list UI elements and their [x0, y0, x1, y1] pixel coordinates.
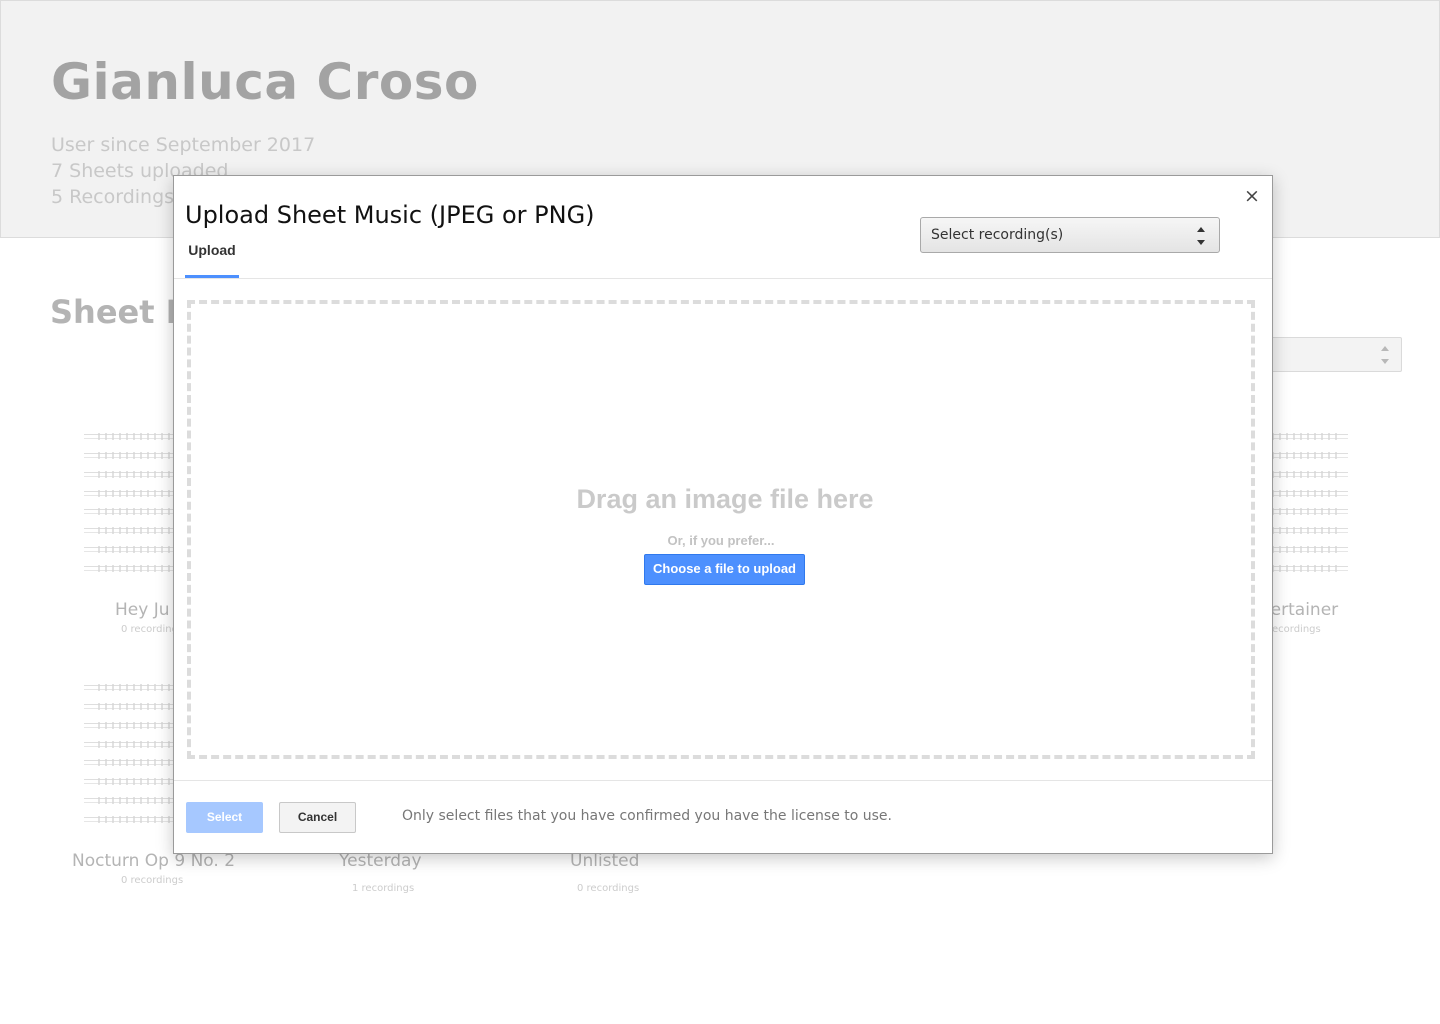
tab-upload[interactable]: Upload [185, 233, 239, 278]
select-arrows-icon [1381, 346, 1389, 364]
sheet-title[interactable]: Unlisted [570, 851, 639, 871]
drop-zone-subtitle: Or, if you prefer... [667, 533, 775, 548]
sheet-thumbnail[interactable] [84, 430, 176, 580]
sheet-recordings-count: ecordings [1272, 624, 1321, 635]
select-button[interactable]: Select [186, 802, 263, 833]
user-name: Gianluca Croso [51, 53, 479, 111]
close-icon[interactable]: × [1244, 186, 1260, 206]
sheet-title[interactable]: Nocturn Op 9 No. 2 [72, 851, 235, 871]
sheet-title[interactable]: Yesterday [339, 851, 422, 871]
sheet-title[interactable]: tertainer [1264, 600, 1338, 620]
choose-file-button[interactable]: Choose a file to upload [644, 554, 805, 585]
sheet-title[interactable]: Hey Ju [115, 600, 170, 620]
footer-divider [174, 780, 1272, 781]
drop-zone-title: Drag an image file here [576, 484, 874, 514]
sheet-recordings-count: 0 recordings [121, 875, 184, 886]
header-divider [174, 278, 1272, 279]
sheet-recordings-count: 1 recordings [352, 883, 415, 894]
upload-dialog: × Upload Sheet Music (JPEG or PNG) Uploa… [173, 175, 1273, 854]
recording-select[interactable]: Select recording(s) [920, 217, 1220, 253]
dialog-title: Upload Sheet Music (JPEG or PNG) [185, 201, 595, 229]
sheet-thumbnail[interactable] [84, 681, 176, 831]
user-since: User since September 2017 [51, 134, 316, 156]
select-arrows-icon [1197, 227, 1205, 245]
cancel-button[interactable]: Cancel [279, 802, 356, 833]
license-note: Only select files that you have confirme… [402, 808, 892, 824]
recordings-count: 5 Recordings [51, 186, 175, 208]
recording-select-label: Select recording(s) [931, 227, 1064, 243]
sheet-recordings-count: 0 recording [121, 624, 178, 635]
sheet-recordings-count: 0 recordings [577, 883, 640, 894]
file-drop-zone[interactable]: Drag an image file here Or, if you prefe… [187, 300, 1255, 759]
